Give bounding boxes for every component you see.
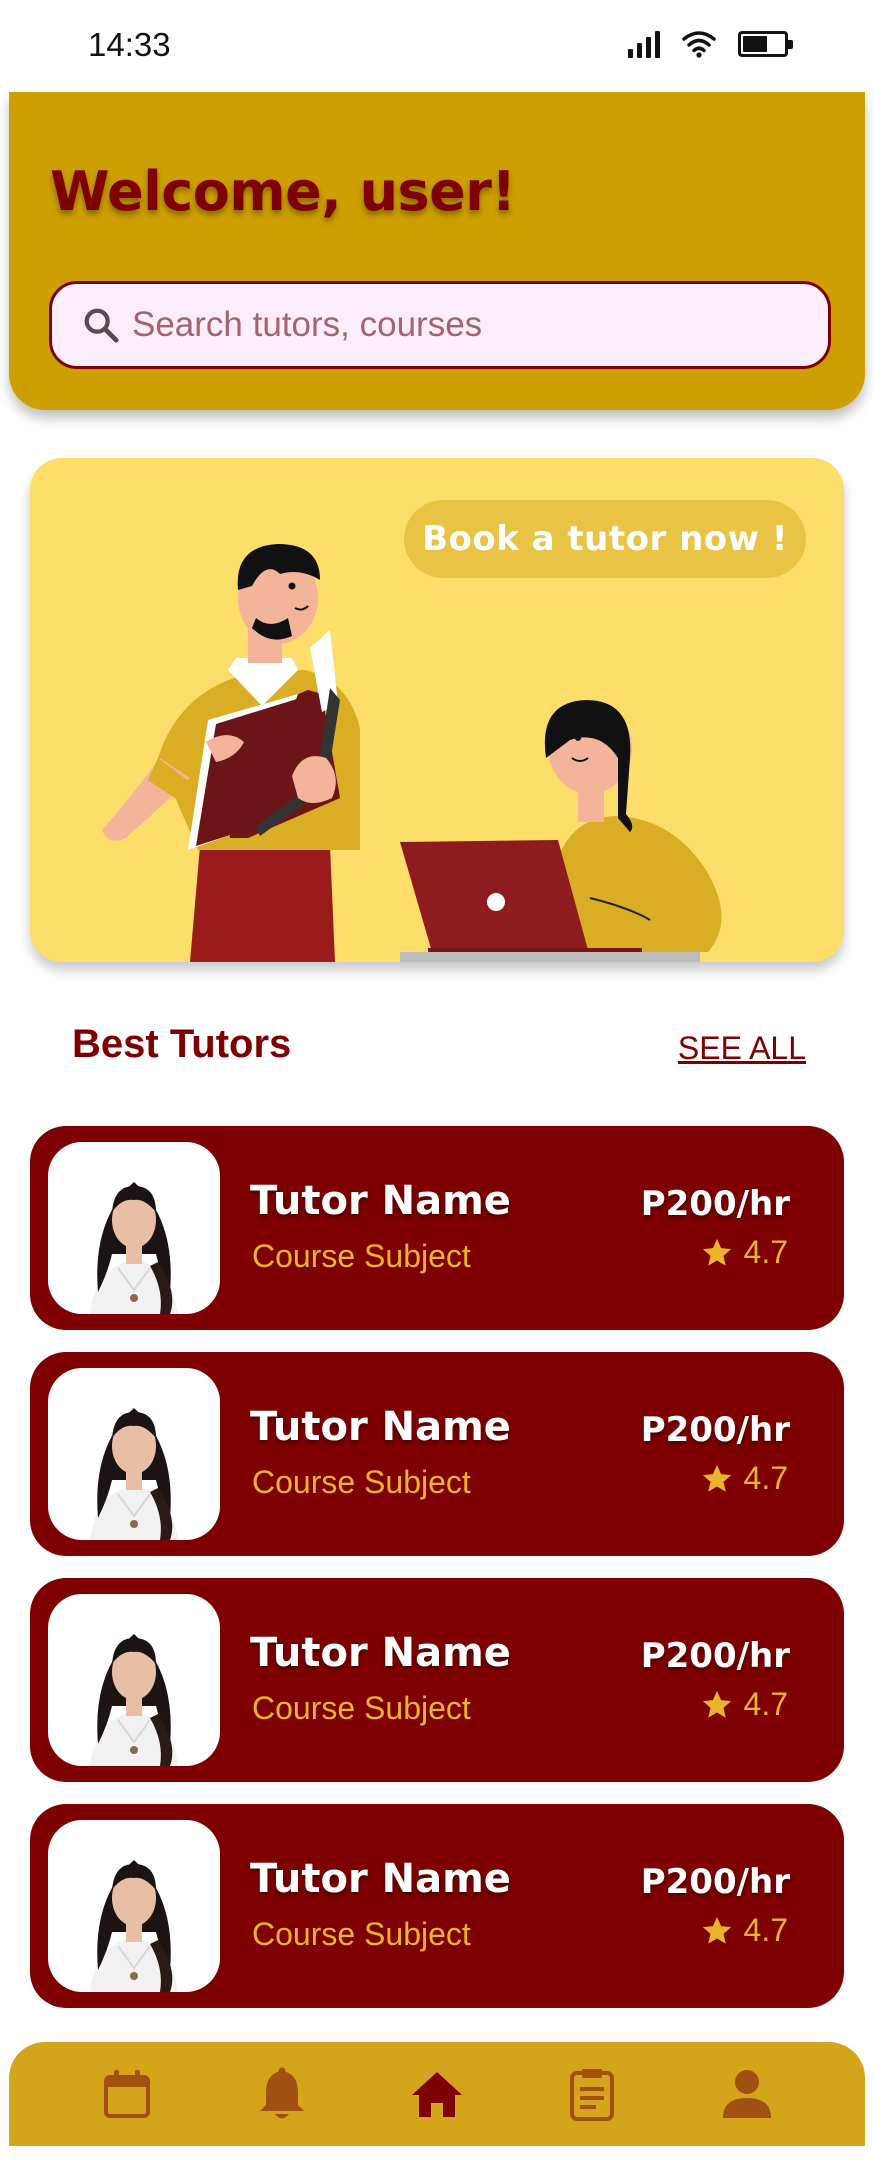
best-tutors-title: Best Tutors [72, 1022, 292, 1066]
tutor-rating: 4.7 [700, 1912, 788, 1949]
tutor-card[interactable]: Tutor Name Course Subject P200/hr 4.7 [30, 1578, 844, 1782]
tutor-name: Tutor Name [250, 1856, 511, 1902]
status-time: 14:33 [88, 26, 171, 63]
tutor-name: Tutor Name [250, 1630, 511, 1676]
header: Welcome, user! [9, 92, 865, 410]
tutor-subject: Course Subject [252, 1238, 471, 1274]
home-icon [411, 2072, 462, 2117]
nav-tasks[interactable] [562, 2064, 622, 2124]
calendar-icon [103, 2070, 150, 2118]
star-icon [702, 1238, 731, 1266]
tutor-subject: Course Subject [252, 1464, 471, 1500]
tutor-rate: P200/hr [640, 1184, 790, 1224]
tutor-rating: 4.7 [700, 1686, 788, 1723]
search-bar[interactable] [49, 281, 831, 369]
star-icon [702, 1464, 731, 1492]
rating-value: 4.7 [743, 1912, 788, 1948]
status-icons [628, 30, 793, 58]
bottom-nav [9, 2042, 865, 2146]
tutor-rate: P200/hr [640, 1862, 790, 1902]
search-input[interactable] [132, 305, 772, 345]
tutor-name: Tutor Name [250, 1404, 511, 1450]
tutor-avatar [48, 1142, 220, 1314]
profile-icon [723, 2070, 772, 2118]
tutor-list: Tutor Name Course Subject P200/hr 4.7 Tu… [30, 1126, 844, 2030]
rating-value: 4.7 [743, 1686, 788, 1722]
tutor-avatar [48, 1594, 220, 1766]
tutor-avatar [48, 1368, 220, 1540]
tutor-rate: P200/hr [640, 1410, 790, 1450]
tutor-rate: P200/hr [640, 1636, 790, 1676]
promo-banner[interactable]: Book a tutor now ! [30, 458, 844, 962]
battery-icon [738, 31, 793, 57]
tutor-card[interactable]: Tutor Name Course Subject P200/hr 4.7 [30, 1352, 844, 1556]
clipboard-icon [570, 2069, 615, 2121]
man-figure [102, 544, 360, 962]
book-tutor-button[interactable]: Book a tutor now ! [404, 500, 806, 578]
tutor-name: Tutor Name [250, 1178, 511, 1224]
tutor-card[interactable]: Tutor Name Course Subject P200/hr 4.7 [30, 1126, 844, 1330]
signal-icon [628, 30, 660, 58]
rating-value: 4.7 [743, 1460, 788, 1496]
tutor-subject: Course Subject [252, 1690, 471, 1726]
nav-profile[interactable] [717, 2064, 777, 2124]
rating-value: 4.7 [743, 1234, 788, 1270]
tutor-card[interactable]: Tutor Name Course Subject P200/hr 4.7 [30, 1804, 844, 2008]
nav-calendar[interactable] [97, 2064, 157, 2124]
star-icon [702, 1916, 731, 1944]
tutor-avatar [48, 1820, 220, 1992]
see-all-link[interactable]: SEE ALL [678, 1030, 806, 1067]
tutor-subject: Course Subject [252, 1916, 471, 1952]
wifi-icon [682, 31, 716, 58]
star-icon [702, 1690, 731, 1718]
nav-notifications[interactable] [252, 2064, 312, 2124]
tutor-rating: 4.7 [700, 1234, 788, 1271]
woman-figure [400, 700, 722, 962]
welcome-title: Welcome, user! [50, 160, 516, 223]
bell-icon [259, 2067, 304, 2119]
nav-home[interactable] [407, 2064, 467, 2124]
tutor-rating: 4.7 [700, 1460, 788, 1497]
status-bar: 14:33 [0, 0, 874, 92]
search-icon [84, 308, 119, 343]
